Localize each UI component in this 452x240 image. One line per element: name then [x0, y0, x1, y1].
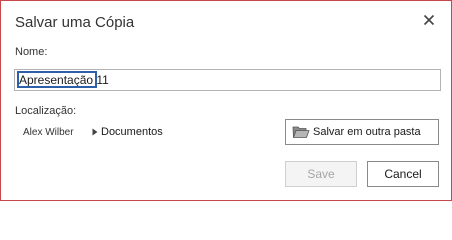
caret-right-icon	[91, 128, 99, 136]
save-to-other-folder-label: Salvar em outra pasta	[313, 126, 421, 138]
close-icon	[423, 14, 435, 26]
folder-open-icon	[292, 125, 310, 139]
save-button[interactable]: Save	[285, 161, 357, 187]
cancel-button[interactable]: Cancel	[367, 161, 439, 187]
close-button[interactable]	[419, 10, 439, 30]
dialog-title: Salvar uma Cópia	[15, 14, 135, 31]
save-to-other-folder-button[interactable]: Salvar em outra pasta	[285, 119, 439, 145]
name-label: Nome:	[15, 46, 48, 58]
save-copy-dialog: Salvar uma Cópia Nome: Apresentação 11 L…	[0, 0, 452, 201]
location-label: Localização:	[15, 105, 77, 117]
name-input-value[interactable]: Apresentação 11	[19, 73, 109, 87]
location-owner: Alex Wilber	[23, 127, 74, 138]
name-input[interactable]: Apresentação 11	[14, 69, 441, 91]
breadcrumb-documentos[interactable]: Documentos	[101, 126, 163, 138]
